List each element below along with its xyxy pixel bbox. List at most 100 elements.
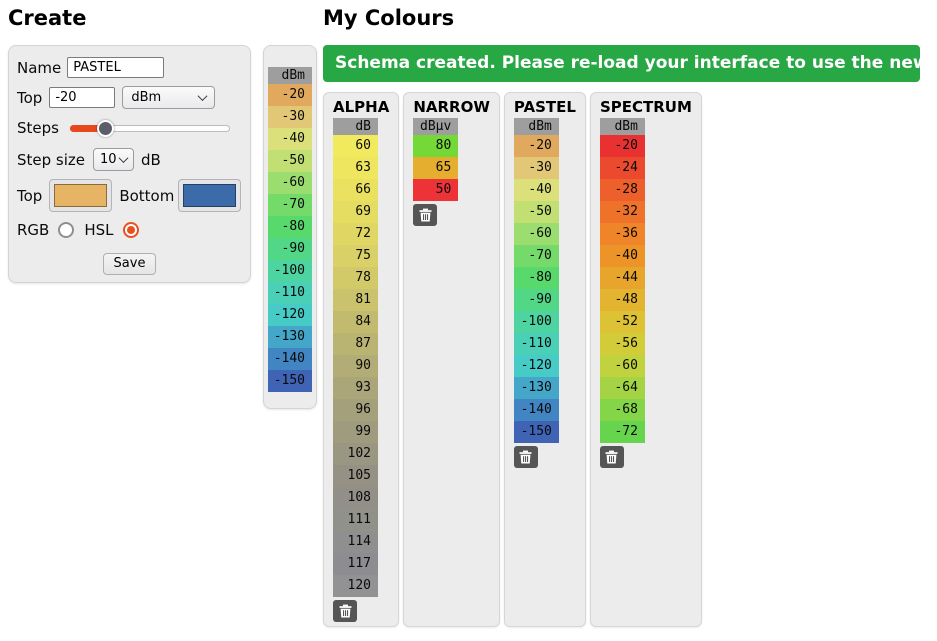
- scale-cell: -110: [514, 333, 559, 355]
- scale-cell: -68: [600, 399, 645, 421]
- scale-cell: -40: [268, 128, 312, 150]
- top-colour-picker[interactable]: [49, 179, 112, 212]
- name-label: Name: [17, 59, 61, 77]
- hsl-label: HSL: [84, 221, 113, 239]
- step-size-label: Step size: [17, 151, 85, 169]
- scale-cell: -32: [600, 201, 645, 223]
- scale-cell: -70: [514, 245, 559, 267]
- create-section: Create Name Top dBm Steps: [8, 5, 251, 283]
- scale-cell: -36: [600, 223, 645, 245]
- scale-cell: -60: [268, 172, 312, 194]
- scale-cell: -48: [600, 289, 645, 311]
- hsl-radio[interactable]: [123, 222, 139, 238]
- top-value-input[interactable]: [49, 87, 115, 108]
- bottom-colour-swatch: [183, 184, 236, 207]
- delete-schema-button[interactable]: [600, 446, 624, 468]
- save-button[interactable]: Save: [103, 253, 157, 275]
- scale-cell: 60: [333, 135, 378, 157]
- preview-scale: dBm-20-30-40-50-60-70-80-90-100-110-120-…: [268, 67, 312, 392]
- scale-cell: 99: [333, 421, 378, 443]
- schema-scale: dBm-20-24-28-32-36-40-44-48-52-56-60-64-…: [600, 118, 645, 443]
- scale-cell: 87: [333, 333, 378, 355]
- delete-schema-button[interactable]: [333, 600, 357, 622]
- scale-cell: 84: [333, 311, 378, 333]
- step-size-value: 10: [100, 152, 117, 167]
- rgb-label: RGB: [17, 221, 49, 239]
- scale-cell: -80: [268, 216, 312, 238]
- schema-scale: dBµv806550: [413, 118, 458, 201]
- scale-cell: -90: [268, 238, 312, 260]
- scale-cell: -130: [268, 326, 312, 348]
- scale-cell: 105: [333, 465, 378, 487]
- scale-cell: 65: [413, 157, 458, 179]
- scale-cell: 81: [333, 289, 378, 311]
- colour-swatch-row: Top Bottom: [17, 179, 242, 212]
- scale-cell: -44: [600, 267, 645, 289]
- top-label: Top: [17, 89, 42, 107]
- bottom-colour-picker[interactable]: [178, 179, 241, 212]
- name-row: Name: [17, 57, 242, 78]
- scale-cell: 117: [333, 553, 378, 575]
- scale-cell: -60: [514, 223, 559, 245]
- scale-cell: 80: [413, 135, 458, 157]
- success-banner-text: Schema created. Please re-load your inte…: [335, 53, 937, 73]
- schema-name: SPECTRUM: [600, 98, 692, 116]
- scale-cell: -24: [600, 157, 645, 179]
- trash-icon: [339, 604, 352, 618]
- delete-schema-button[interactable]: [413, 204, 437, 226]
- scale-cell: -40: [514, 179, 559, 201]
- step-size-select[interactable]: 10: [93, 148, 134, 171]
- trash-icon: [419, 208, 432, 222]
- scale-cell: 108: [333, 487, 378, 509]
- scale-cell: 50: [413, 179, 458, 201]
- scale-cell: -150: [514, 421, 559, 443]
- scale-cell: 90: [333, 355, 378, 377]
- create-title: Create: [8, 5, 251, 31]
- scale-cell: 96: [333, 399, 378, 421]
- unit-header: dBm: [600, 118, 645, 135]
- scale-cell: -20: [514, 135, 559, 157]
- schema-cards-row: ALPHA dB606366697275788184879093969910210…: [323, 92, 920, 627]
- scale-cell: -28: [600, 179, 645, 201]
- scale-cell: -50: [268, 150, 312, 172]
- scale-cell: -20: [600, 135, 645, 157]
- my-colours-title: My Colours: [323, 5, 920, 31]
- slider-thumb[interactable]: [97, 120, 114, 137]
- preview-panel: dBm-20-30-40-50-60-70-80-90-100-110-120-…: [263, 45, 317, 409]
- steps-label: Steps: [17, 119, 59, 137]
- delete-schema-button[interactable]: [514, 446, 538, 468]
- scale-cell: 72: [333, 223, 378, 245]
- scale-cell: -100: [514, 311, 559, 333]
- unit-header: dBm: [514, 118, 559, 135]
- name-input[interactable]: [67, 57, 164, 78]
- scale-cell: -120: [268, 304, 312, 326]
- scale-cell: -30: [514, 157, 559, 179]
- rgb-radio[interactable]: [58, 222, 74, 238]
- unit-select[interactable]: dBm: [122, 86, 215, 109]
- create-panel: Name Top dBm Steps Step: [8, 45, 251, 283]
- scale-cell: -60: [600, 355, 645, 377]
- schema-scale: dB60636669727578818487909396991021051081…: [333, 118, 378, 597]
- my-colours-section: My Colours Schema created. Please re-loa…: [323, 5, 920, 627]
- scale-cell: 111: [333, 509, 378, 531]
- scale-cell: -56: [600, 333, 645, 355]
- scale-cell: 114: [333, 531, 378, 553]
- scale-cell: -150: [268, 370, 312, 392]
- steps-slider[interactable]: [70, 120, 230, 136]
- chevron-down-icon: [198, 91, 208, 101]
- scale-cell: -64: [600, 377, 645, 399]
- scale-cell: 78: [333, 267, 378, 289]
- scale-cell: 75: [333, 245, 378, 267]
- schema-name: ALPHA: [333, 98, 389, 116]
- schema-card-pastel: PASTELdBm-20-30-40-50-60-70-80-90-100-11…: [504, 92, 586, 627]
- scale-cell: -130: [514, 377, 559, 399]
- unit-header: dBm: [268, 67, 312, 84]
- scale-cell: 66: [333, 179, 378, 201]
- schema-card-alpha: ALPHA dB606366697275788184879093969910210…: [323, 92, 399, 627]
- trash-icon: [519, 450, 532, 464]
- step-size-row: Step size 10 dB: [17, 148, 242, 171]
- scale-cell: -40: [600, 245, 645, 267]
- scale-cell: -70: [268, 194, 312, 216]
- chevron-down-icon: [119, 153, 129, 163]
- colour-mode-row: RGB HSL: [17, 221, 242, 239]
